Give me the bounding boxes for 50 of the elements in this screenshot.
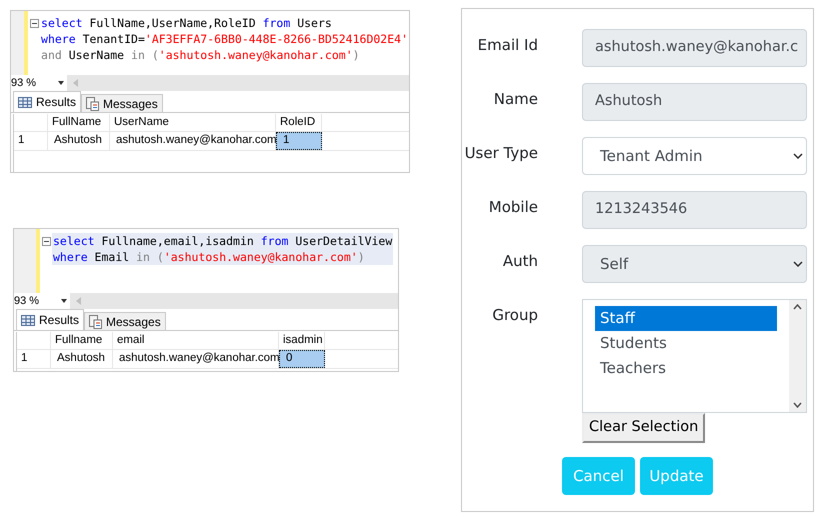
code-line: and UserName in ('ashutosh.waney@kanohar.com') [40,47,361,63]
group-listbox[interactable]: Staff Students Teachers [582,299,807,413]
list-option[interactable]: Students [595,331,777,356]
document-icon [89,314,102,328]
table-cell: 1 [276,132,322,150]
grid-icon [21,314,35,326]
chevron-up-icon [793,304,802,310]
code-line: select FullName,UserName,RoleID from Users [40,15,333,31]
change-marker [36,229,40,293]
column-header: Fullname [51,332,113,349]
field-label: Auth [502,251,538,272]
column-header: isadmin [279,332,325,349]
results-tab[interactable]: Messages [81,94,163,112]
grid-icon [18,96,32,108]
column-header: email [113,332,279,349]
collapse-icon [30,19,40,28]
table-cell: 0 [279,350,325,368]
field-label: User Type [464,143,538,164]
document-icon [86,96,100,110]
row-number: 1 [14,132,48,150]
change-marker [24,11,28,75]
results-tab[interactable]: Messages [84,312,166,330]
clear-selection-button[interactable]: Clear Selection [582,413,706,443]
results-tab[interactable]: Results [16,309,84,330]
scrollbar[interactable] [789,300,806,412]
column-header: UserName [110,114,276,131]
zoom-dropdown[interactable]: 93 % [11,75,67,91]
caret-icon [58,81,64,85]
row-number: 1 [17,350,51,368]
chevron-down-icon [793,261,803,267]
collapse-icon [42,237,51,246]
chevron-down-icon [793,402,802,408]
code-line: where TenantID='AF3EFFA7-6BB0-448E-8266-BD52416D02E4' [40,31,409,47]
field-label: Group [491,305,538,326]
scroll-left-icon [73,79,78,87]
column-header: FullName [48,114,110,131]
results-tab[interactable]: Results [13,91,82,112]
field-label: Email Id [476,35,538,56]
table-cell: Ashutosh [51,350,113,368]
list-option[interactable]: Staff [595,306,777,331]
scroll-left-icon [76,297,81,305]
field-label: Name [492,89,538,110]
chevron-down-icon [793,153,803,159]
column-header: RoleID [276,114,322,131]
caret-icon [61,299,67,303]
select-dropdown[interactable]: Tenant Admin [582,137,807,175]
table-cell: Ashutosh [48,132,110,150]
zoom-dropdown[interactable]: 93 % [14,293,70,309]
field-label: Mobile [488,197,538,218]
list-option[interactable]: Teachers [595,356,777,381]
